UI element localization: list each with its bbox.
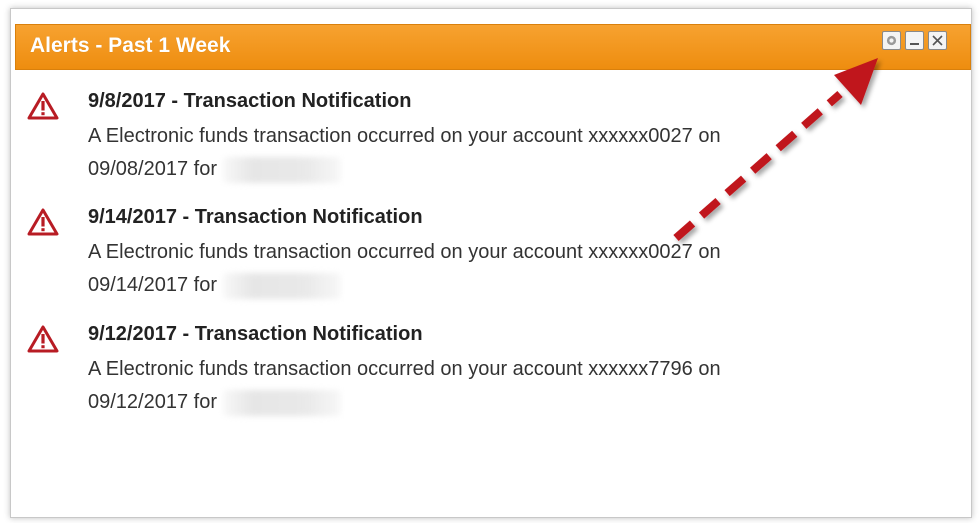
alert-message: A Electronic funds transaction occurred … (88, 353, 888, 419)
close-button[interactable] (928, 31, 947, 50)
alert-message-line: 09/12/2017 for (88, 386, 888, 419)
close-icon (931, 34, 944, 47)
settings-button[interactable] (882, 31, 901, 50)
alert-message-line: 09/08/2017 for (88, 153, 888, 186)
alert-message-line: A Electronic funds transaction occurred … (88, 125, 721, 147)
redacted-amount (223, 156, 341, 183)
widget-title: Alerts - Past 1 Week (30, 34, 231, 57)
alert-date-text: 09/12/2017 for (88, 391, 217, 413)
alert-item[interactable]: 9/14/2017 - Transaction Notification A E… (0, 206, 980, 316)
redacted-amount (223, 389, 341, 416)
alert-title: 9/8/2017 - Transaction Notification (88, 90, 412, 112)
alert-title: 9/14/2017 - Transaction Notification (88, 206, 423, 228)
alert-date-text: 09/14/2017 for (88, 274, 217, 296)
alert-message-line: A Electronic funds transaction occurred … (88, 358, 721, 380)
alert-item[interactable]: 9/8/2017 - Transaction Notification A El… (0, 90, 980, 200)
alert-date-text: 09/08/2017 for (88, 158, 217, 180)
minimize-icon (908, 34, 921, 47)
redacted-amount (223, 272, 341, 299)
alert-title: 9/12/2017 - Transaction Notification (88, 323, 423, 345)
alert-message-line: A Electronic funds transaction occurred … (88, 241, 721, 263)
alert-message-line: 09/14/2017 for (88, 269, 888, 302)
alert-item[interactable]: 9/12/2017 - Transaction Notification A E… (0, 323, 980, 433)
gear-icon (885, 34, 898, 47)
alert-message: A Electronic funds transaction occurred … (88, 120, 888, 186)
warning-icon (27, 92, 59, 120)
warning-icon (27, 325, 59, 353)
alert-message: A Electronic funds transaction occurred … (88, 236, 888, 302)
warning-icon (27, 208, 59, 236)
widget-header: Alerts - Past 1 Week (15, 24, 971, 70)
minimize-button[interactable] (905, 31, 924, 50)
